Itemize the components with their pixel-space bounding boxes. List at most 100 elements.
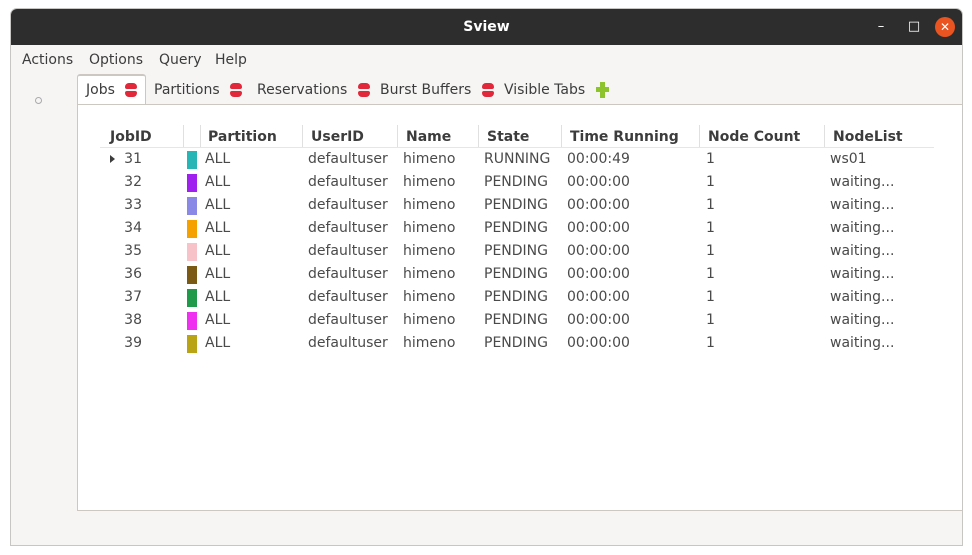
- cell-name: himeno: [403, 335, 456, 351]
- cell-userid: defaultuser: [308, 151, 388, 167]
- cell-time: 00:00:00: [567, 243, 630, 259]
- menu-bar: Actions Options Query Help: [11, 45, 962, 73]
- column-header-userid[interactable]: UserID: [311, 125, 364, 147]
- cell-jobid: 39: [124, 335, 142, 351]
- table-row[interactable]: 37 ALL defaultuser himeno PENDING 00:00:00 1 wa…: [100, 286, 934, 309]
- table-row[interactable]: 38 ALL defaultuser himeno PENDING 00:00:00 1 wa…: [100, 309, 934, 332]
- cell-nodelist: ws01: [830, 151, 867, 167]
- column-separator: [699, 125, 700, 147]
- maximize-button[interactable]: □: [904, 17, 924, 37]
- cell-state: PENDING: [484, 174, 548, 190]
- column-header-time-running[interactable]: Time Running: [570, 125, 679, 147]
- cell-userid: defaultuser: [308, 335, 388, 351]
- tab-burst-buffers[interactable]: Burst Buffers: [380, 76, 494, 104]
- job-color-swatch: [187, 289, 197, 307]
- cell-time: 00:00:49: [567, 151, 630, 167]
- cell-state: PENDING: [484, 266, 548, 282]
- cell-nodes: 1: [706, 174, 715, 190]
- tab-label: Visible Tabs: [504, 82, 586, 98]
- menu-options[interactable]: Options: [89, 45, 143, 75]
- table-row[interactable]: 32 ALL defaultuser himeno PENDING 00:00:00 1 wa…: [100, 171, 934, 194]
- table-header: JobID Partition UserID Name State Time R…: [100, 125, 934, 148]
- column-separator: [561, 125, 562, 147]
- cell-time: 00:00:00: [567, 220, 630, 236]
- cell-userid: defaultuser: [308, 243, 388, 259]
- column-header-nodelist[interactable]: NodeList: [833, 125, 903, 147]
- job-color-swatch: [187, 243, 197, 261]
- cell-nodes: 1: [706, 243, 715, 259]
- cell-userid: defaultuser: [308, 289, 388, 305]
- cell-state: PENDING: [484, 243, 548, 259]
- cell-nodelist: waiting...: [830, 174, 895, 190]
- cell-partition: ALL: [205, 266, 231, 282]
- cell-jobid: 35: [124, 243, 142, 259]
- cell-nodes: 1: [706, 335, 715, 351]
- cell-jobid: 32: [124, 174, 142, 190]
- menu-actions[interactable]: Actions: [22, 45, 73, 75]
- side-radio-button[interactable]: [35, 97, 42, 104]
- job-color-swatch: [187, 335, 197, 353]
- menu-query[interactable]: Query: [159, 45, 202, 75]
- tab-label: Reservations: [257, 82, 348, 98]
- window-title: Sview: [463, 19, 510, 35]
- tab-reservations[interactable]: Reservations: [257, 76, 370, 104]
- cell-userid: defaultuser: [308, 220, 388, 236]
- cell-time: 00:00:00: [567, 289, 630, 305]
- cell-name: himeno: [403, 220, 456, 236]
- column-separator: [824, 125, 825, 147]
- column-header-node-count[interactable]: Node Count: [708, 125, 800, 147]
- cell-name: himeno: [403, 266, 456, 282]
- cell-state: PENDING: [484, 197, 548, 213]
- tab-partitions[interactable]: Partitions: [154, 76, 243, 104]
- column-header-state[interactable]: State: [487, 125, 529, 147]
- tab-jobs[interactable]: Jobs: [77, 74, 147, 104]
- cell-nodelist: waiting...: [830, 197, 895, 213]
- column-separator: [397, 125, 398, 147]
- cell-state: RUNNING: [484, 151, 551, 167]
- column-header-name[interactable]: Name: [406, 125, 451, 147]
- cell-jobid: 33: [124, 197, 142, 213]
- cell-name: himeno: [403, 289, 456, 305]
- cell-time: 00:00:00: [567, 335, 630, 351]
- column-header-jobid[interactable]: JobID: [110, 125, 152, 147]
- job-color-swatch: [187, 151, 197, 169]
- close-button[interactable]: ✕: [935, 17, 955, 37]
- cell-name: himeno: [403, 197, 456, 213]
- cell-time: 00:00:00: [567, 312, 630, 328]
- cell-name: himeno: [403, 243, 456, 259]
- database-icon: [230, 83, 243, 97]
- table-row[interactable]: 34 ALL defaultuser himeno PENDING 00:00:00 1 wa…: [100, 217, 934, 240]
- job-color-swatch: [187, 197, 197, 215]
- cell-userid: defaultuser: [308, 174, 388, 190]
- job-color-swatch: [187, 174, 197, 192]
- cell-nodes: 1: [706, 266, 715, 282]
- minimize-button[interactable]: –: [871, 17, 891, 37]
- tab-label: Jobs: [86, 82, 115, 98]
- cell-partition: ALL: [205, 289, 231, 305]
- database-icon: [481, 83, 494, 97]
- column-separator: [478, 125, 479, 147]
- cell-state: PENDING: [484, 220, 548, 236]
- menu-help[interactable]: Help: [215, 45, 247, 75]
- jobs-table: JobID Partition UserID Name State Time R…: [100, 125, 934, 355]
- cell-userid: defaultuser: [308, 312, 388, 328]
- cell-name: himeno: [403, 174, 456, 190]
- tab-label: Burst Buffers: [380, 82, 472, 98]
- database-icon: [357, 83, 370, 97]
- cell-partition: ALL: [205, 151, 231, 167]
- cell-partition: ALL: [205, 312, 231, 328]
- cell-nodes: 1: [706, 220, 715, 236]
- table-row[interactable]: 35 ALL defaultuser himeno PENDING 00:00:00 1 wa…: [100, 240, 934, 263]
- title-bar[interactable]: Sview – □ ✕: [11, 9, 962, 45]
- table-row[interactable]: 39 ALL defaultuser himeno PENDING 00:00:00 1 wa…: [100, 332, 934, 355]
- table-row[interactable]: 33 ALL defaultuser himeno PENDING 00:00:00 1 wa…: [100, 194, 934, 217]
- column-separator: [200, 125, 201, 147]
- table-row[interactable]: 36 ALL defaultuser himeno PENDING 00:00:00 1 wa…: [100, 263, 934, 286]
- cell-jobid: 36: [124, 266, 142, 282]
- column-header-partition[interactable]: Partition: [208, 125, 277, 147]
- table-row[interactable]: 31 ALL defaultuser himeno RUNNING 00:00:49 1 ws…: [100, 148, 934, 171]
- cell-name: himeno: [403, 312, 456, 328]
- tab-visible-tabs[interactable]: Visible Tabs: [504, 76, 609, 104]
- cell-partition: ALL: [205, 335, 231, 351]
- job-color-swatch: [187, 220, 197, 238]
